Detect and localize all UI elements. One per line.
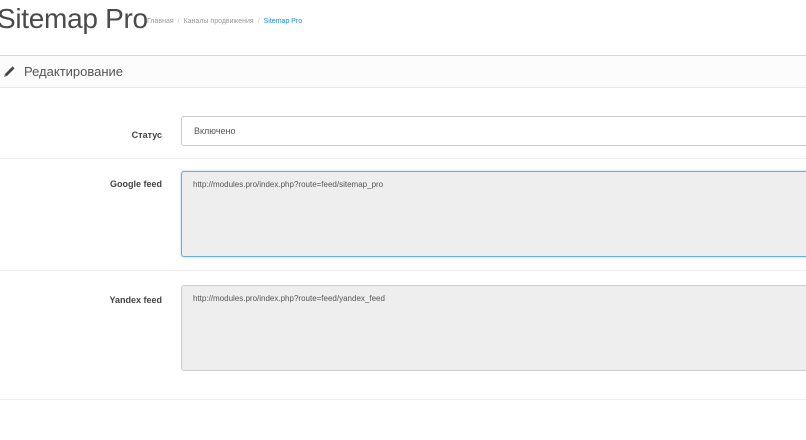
pencil-icon [4,66,15,77]
page: Sitemap Pro Главная / Каналы продвижения… [0,0,806,440]
page-header: Sitemap Pro Главная / Каналы продвижения… [0,0,806,48]
form-row-yandex-feed: Yandex feed http://modules.pro/index.php… [0,285,806,400]
breadcrumb: Главная / Каналы продвижения / Sitemap P… [147,17,302,27]
status-select-value: Включено [194,126,236,136]
google-feed-label: Google feed [109,179,162,189]
breadcrumb-home-link[interactable]: Главная [147,17,174,27]
breadcrumb-feeds-link[interactable]: Каналы продвижения [184,17,254,27]
page-title: Sitemap Pro [0,3,148,34]
edit-panel: Редактирование Статус Включено Google fe… [0,55,806,440]
breadcrumb-sitemap-pro-link[interactable]: Sitemap Pro [264,17,303,27]
google-feed-textarea[interactable]: http://modules.pro/index.php?route=feed/… [181,171,806,257]
panel-title: Редактирование [24,64,124,79]
status-select[interactable]: Включено [181,116,806,146]
panel-heading: Редактирование [0,56,806,88]
breadcrumb-separator: / [257,18,260,25]
breadcrumb-separator: / [177,18,180,25]
form-row-status: Статус Включено [0,116,806,159]
yandex-feed-textarea[interactable]: http://modules.pro/index.php?route=feed/… [181,285,806,371]
form-row-google-feed: Google feed http://modules.pro/index.php… [0,171,806,271]
status-label: Статус [131,130,162,140]
yandex-feed-label: Yandex feed [109,295,162,305]
